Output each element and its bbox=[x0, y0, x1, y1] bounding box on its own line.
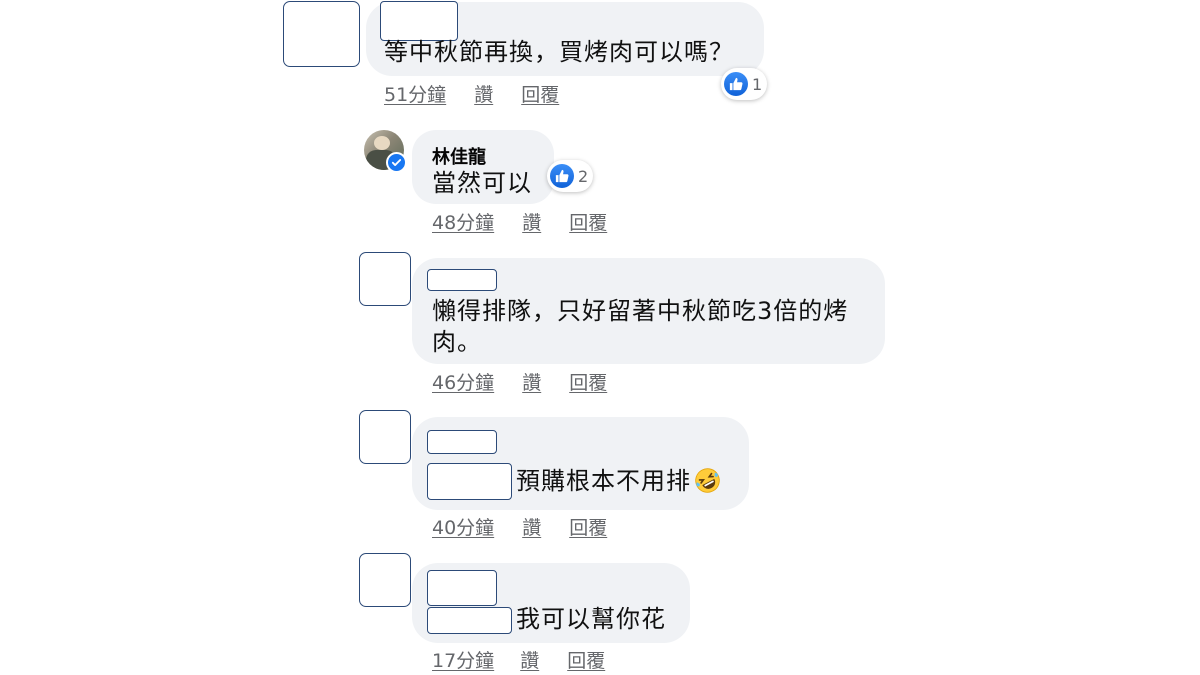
comment-4-avatar-redacted[interactable] bbox=[359, 410, 411, 464]
comment-5-timestamp[interactable]: 17分鐘 bbox=[432, 646, 494, 673]
comment-2-reply-button[interactable]: 回覆 bbox=[569, 208, 607, 235]
like-reaction-icon bbox=[550, 164, 574, 188]
comment-5-text: 我可以幫你花 bbox=[516, 605, 666, 633]
comment-4-author-redacted[interactable] bbox=[427, 430, 497, 454]
comment-2-text: 當然可以 bbox=[432, 169, 532, 197]
comment-5-author-redacted[interactable] bbox=[427, 570, 497, 606]
comment-1-like-button[interactable]: 讚 bbox=[474, 80, 493, 107]
comment-4-timestamp[interactable]: 40分鐘 bbox=[432, 513, 494, 540]
comment-5-like-button[interactable]: 讚 bbox=[520, 646, 539, 673]
comment-3-actions: 46分鐘 讚 回覆 bbox=[432, 368, 607, 395]
comment-5-mention-redacted[interactable] bbox=[427, 607, 512, 634]
comment-4-mention-redacted[interactable] bbox=[427, 463, 512, 500]
comment-2-timestamp[interactable]: 48分鐘 bbox=[432, 208, 494, 235]
reaction-count-label: 2 bbox=[578, 166, 589, 186]
comment-5-actions: 17分鐘 讚 回覆 bbox=[432, 646, 605, 673]
comment-1-actions: 51分鐘 讚 回覆 bbox=[384, 80, 559, 107]
comment-2-reaction-count[interactable]: 2 bbox=[547, 160, 594, 192]
comment-4-actions: 40分鐘 讚 回覆 bbox=[432, 513, 607, 540]
comment-1-timestamp[interactable]: 51分鐘 bbox=[384, 80, 446, 107]
comment-5-reply-button[interactable]: 回覆 bbox=[567, 646, 605, 673]
comment-2-actions: 48分鐘 讚 回覆 bbox=[432, 208, 607, 235]
comment-1-avatar-redacted[interactable] bbox=[283, 1, 360, 67]
like-reaction-icon bbox=[724, 72, 748, 96]
comment-4-text: 預購根本不用排 bbox=[516, 467, 691, 495]
comment-1-reply-button[interactable]: 回覆 bbox=[521, 80, 559, 107]
rolling-on-floor-laughing-emoji bbox=[695, 468, 720, 493]
comment-3-text-line-1: 懶得排隊，只好留著中秋節吃3倍的烤 bbox=[432, 297, 849, 325]
comment-3-author-redacted[interactable] bbox=[427, 269, 497, 291]
comment-1-reaction-count[interactable]: 1 bbox=[721, 68, 768, 100]
comment-3-reply-button[interactable]: 回覆 bbox=[569, 368, 607, 395]
reaction-count-label: 1 bbox=[752, 74, 763, 94]
verified-badge-icon bbox=[386, 152, 407, 173]
comment-1-author-redacted[interactable] bbox=[380, 1, 458, 41]
comment-5-avatar-redacted[interactable] bbox=[359, 553, 411, 607]
comment-1-text: 等中秋節再換，買烤肉可以嗎？ bbox=[384, 38, 734, 66]
comment-3-avatar-redacted[interactable] bbox=[359, 252, 411, 306]
comment-4-like-button[interactable]: 讚 bbox=[522, 513, 541, 540]
comment-4-reply-button[interactable]: 回覆 bbox=[569, 513, 607, 540]
comment-2-author-name[interactable]: 林佳龍 bbox=[432, 143, 486, 169]
comment-3-timestamp[interactable]: 46分鐘 bbox=[432, 368, 494, 395]
comment-2-like-button[interactable]: 讚 bbox=[522, 208, 541, 235]
comment-3-text-line-2: 肉。 bbox=[432, 328, 482, 356]
comment-4-text-row: 預購根本不用排 bbox=[516, 466, 721, 497]
comment-3-like-button[interactable]: 讚 bbox=[522, 368, 541, 395]
